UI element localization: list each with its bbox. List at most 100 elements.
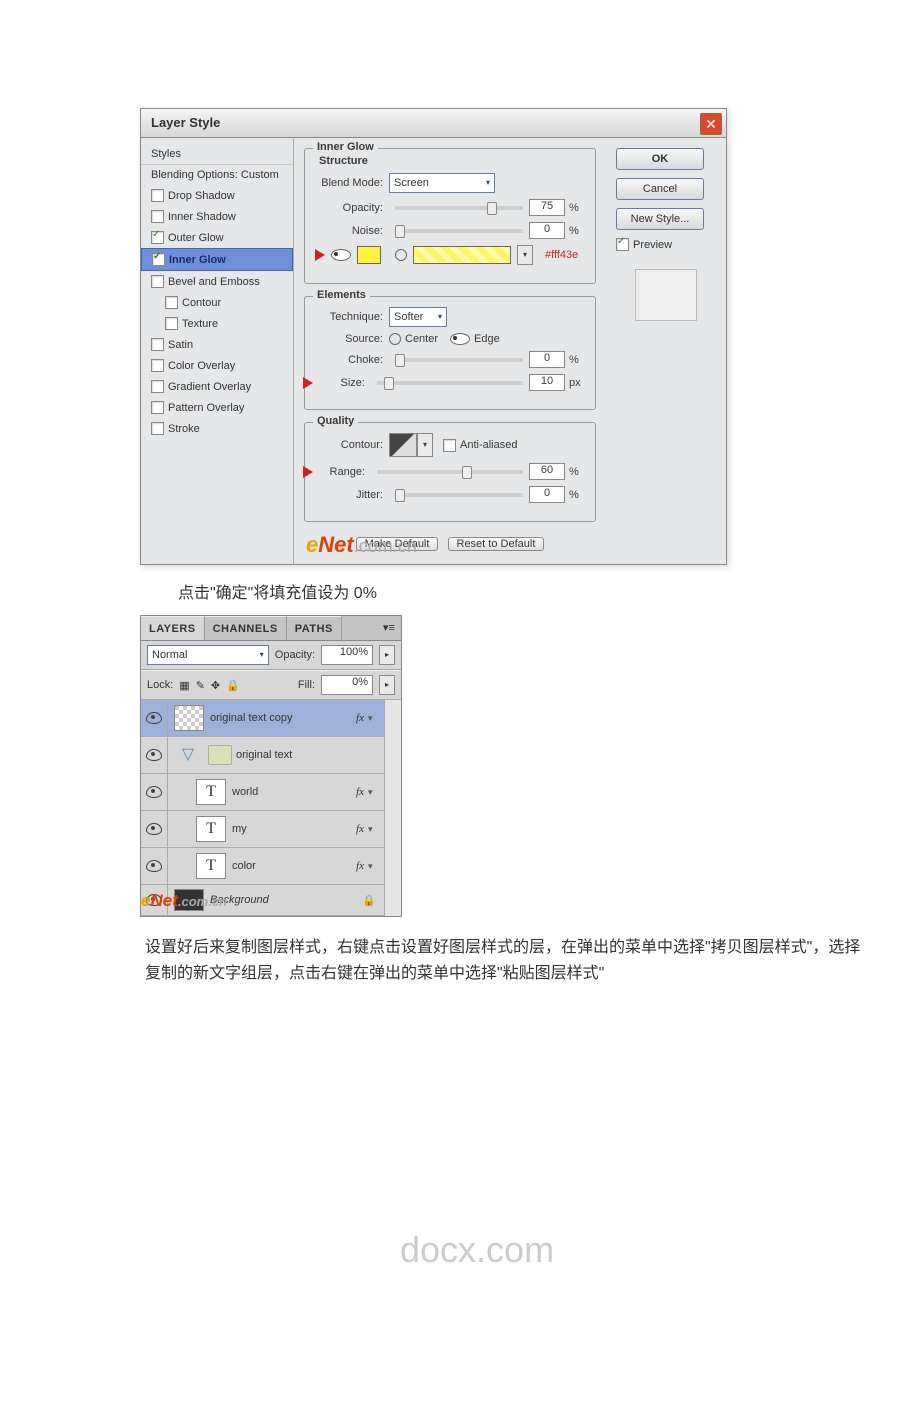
sidebar-drop-shadow[interactable]: Drop Shadow: [141, 185, 293, 206]
layer-group-item[interactable]: ▽ original text: [141, 737, 384, 774]
new-style-button[interactable]: New Style...: [616, 208, 704, 230]
sidebar-contour[interactable]: Contour: [141, 292, 293, 313]
chevron-down-icon[interactable]: ▾: [368, 861, 378, 872]
fill-input[interactable]: 0%: [321, 675, 373, 695]
choke-slider[interactable]: [395, 358, 523, 362]
chevron-down-icon[interactable]: ▾: [368, 787, 378, 798]
lock-transparency-icon[interactable]: ▦: [179, 679, 189, 692]
size-value[interactable]: 10: [529, 374, 565, 391]
checkbox-icon[interactable]: [165, 296, 178, 309]
jitter-value[interactable]: 0: [529, 486, 565, 503]
visibility-toggle[interactable]: [141, 848, 168, 884]
layer-item-background[interactable]: Background 🔒 eNet.com.cn: [141, 885, 384, 916]
layer-item[interactable]: T color fx ▾: [141, 848, 384, 885]
sidebar-gradient-overlay[interactable]: Gradient Overlay: [141, 376, 293, 397]
scrollbar[interactable]: [384, 700, 401, 916]
lock-move-icon[interactable]: ✥: [211, 679, 220, 692]
fx-icon[interactable]: fx: [356, 712, 364, 724]
layer-item-selected[interactable]: original text copy fx ▾: [141, 700, 384, 737]
layer-name[interactable]: world: [232, 786, 356, 798]
range-slider[interactable]: [377, 470, 523, 474]
jitter-slider[interactable]: [395, 493, 523, 497]
sidebar-blending-options[interactable]: Blending Options: Custom: [141, 164, 293, 185]
sidebar-color-overlay[interactable]: Color Overlay: [141, 355, 293, 376]
layer-name[interactable]: my: [232, 823, 356, 835]
opacity-slider[interactable]: [395, 206, 523, 210]
sidebar-styles[interactable]: Styles: [141, 144, 293, 164]
visibility-toggle[interactable]: [141, 885, 168, 915]
panel-menu-icon[interactable]: ▾≡: [377, 621, 401, 635]
sidebar-bevel[interactable]: Bevel and Emboss: [141, 271, 293, 292]
checkbox-icon[interactable]: [151, 338, 164, 351]
close-icon[interactable]: ✕: [700, 113, 722, 135]
lock-brush-icon[interactable]: ✎: [196, 679, 205, 692]
opacity-value[interactable]: 75: [529, 199, 565, 216]
text-layer-icon[interactable]: T: [196, 816, 226, 842]
anti-aliased-checkbox[interactable]: [443, 439, 456, 452]
checkbox-icon[interactable]: [616, 238, 629, 251]
reset-default-button[interactable]: Reset to Default: [448, 537, 545, 551]
checkbox-icon[interactable]: [151, 275, 164, 288]
noise-value[interactable]: 0: [529, 222, 565, 239]
layer-item[interactable]: T my fx ▾: [141, 811, 384, 848]
checkbox-icon[interactable]: [165, 317, 178, 330]
contour-preview[interactable]: [389, 433, 417, 457]
tab-layers[interactable]: LAYERS: [141, 616, 205, 640]
sidebar-inner-glow[interactable]: Inner Glow: [141, 248, 293, 271]
checkbox-icon[interactable]: [151, 422, 164, 435]
ok-button[interactable]: OK: [616, 148, 704, 170]
checkbox-icon[interactable]: [151, 210, 164, 223]
blend-mode-select[interactable]: Normal▾: [147, 645, 269, 665]
noise-slider[interactable]: [395, 229, 523, 233]
visibility-toggle[interactable]: [141, 737, 168, 773]
lock-all-icon[interactable]: 🔒: [226, 679, 240, 692]
source-center-radio[interactable]: [389, 333, 401, 345]
color-swatch[interactable]: [357, 246, 381, 264]
color-radio[interactable]: [331, 249, 351, 261]
size-slider[interactable]: [377, 381, 523, 385]
tab-paths[interactable]: PATHS: [287, 616, 342, 640]
technique-select[interactable]: Softer▾: [389, 307, 447, 327]
tab-channels[interactable]: CHANNELS: [205, 616, 287, 640]
sidebar-stroke[interactable]: Stroke: [141, 418, 293, 439]
checkbox-icon[interactable]: [151, 359, 164, 372]
contour-dropdown[interactable]: ▾: [417, 433, 433, 457]
group-disclosure-icon[interactable]: ▽: [174, 743, 202, 767]
visibility-toggle[interactable]: [141, 700, 168, 736]
fill-flyout[interactable]: ▸: [379, 675, 395, 695]
sidebar-pattern-overlay[interactable]: Pattern Overlay: [141, 397, 293, 418]
fx-icon[interactable]: fx: [356, 860, 364, 872]
text-layer-icon[interactable]: T: [196, 779, 226, 805]
sidebar-inner-shadow[interactable]: Inner Shadow: [141, 206, 293, 227]
layer-thumbnail[interactable]: [174, 705, 204, 731]
layer-name[interactable]: color: [232, 860, 356, 872]
checkbox-icon[interactable]: [152, 253, 165, 266]
preview-toggle[interactable]: Preview: [616, 238, 716, 251]
checkbox-icon[interactable]: [151, 189, 164, 202]
gradient-preview[interactable]: [413, 246, 511, 264]
chevron-down-icon[interactable]: ▾: [368, 713, 378, 724]
text-layer-icon[interactable]: T: [196, 853, 226, 879]
source-edge-radio[interactable]: [450, 333, 470, 345]
layer-name[interactable]: Background: [210, 894, 362, 906]
fx-icon[interactable]: fx: [356, 823, 364, 835]
gradient-dropdown[interactable]: ▾: [517, 245, 533, 265]
layer-name[interactable]: original text: [236, 749, 384, 761]
sidebar-outer-glow[interactable]: Outer Glow: [141, 227, 293, 248]
checkbox-icon[interactable]: [151, 401, 164, 414]
layer-thumbnail[interactable]: [174, 889, 204, 911]
checkbox-icon[interactable]: [151, 231, 164, 244]
visibility-toggle[interactable]: [141, 774, 168, 810]
opacity-flyout[interactable]: ▸: [379, 645, 395, 665]
cancel-button[interactable]: Cancel: [616, 178, 704, 200]
range-value[interactable]: 60: [529, 463, 565, 480]
opacity-input[interactable]: 100%: [321, 645, 373, 665]
sidebar-satin[interactable]: Satin: [141, 334, 293, 355]
chevron-down-icon[interactable]: ▾: [368, 824, 378, 835]
choke-value[interactable]: 0: [529, 351, 565, 368]
fx-icon[interactable]: fx: [356, 786, 364, 798]
sidebar-texture[interactable]: Texture: [141, 313, 293, 334]
visibility-toggle[interactable]: [141, 811, 168, 847]
checkbox-icon[interactable]: [151, 380, 164, 393]
layer-item[interactable]: T world fx ▾: [141, 774, 384, 811]
